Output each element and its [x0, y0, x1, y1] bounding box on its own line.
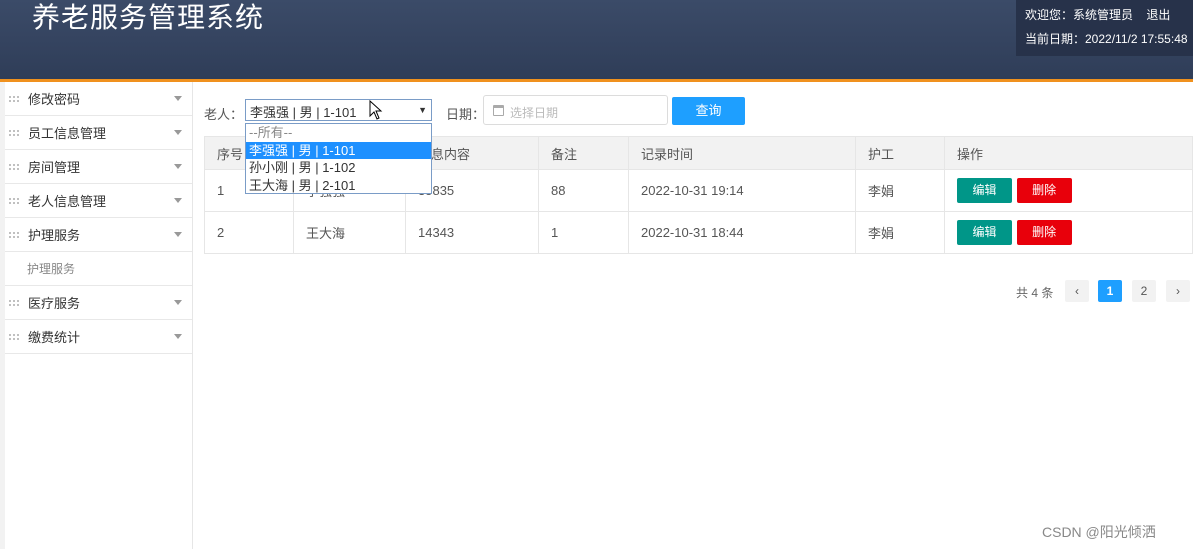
- grip-icon: [8, 230, 20, 239]
- cell-time: 2022-10-31 19:14: [628, 169, 856, 212]
- elder-select[interactable]: 李强强 | 男 | 1-101 ▼: [245, 99, 432, 121]
- welcome-text: 欢迎您：系统管理员: [1025, 8, 1134, 22]
- grip-icon: [8, 128, 20, 137]
- delete-button[interactable]: 删除: [1016, 178, 1072, 203]
- sidebar-item-rooms[interactable]: 房间管理: [5, 150, 192, 184]
- mouse-cursor-icon: [369, 100, 383, 120]
- chevron-down-icon: [174, 130, 182, 135]
- sidebar-item-staff[interactable]: 员工信息管理: [5, 116, 192, 150]
- sidebar-item-label: 医疗服务: [28, 296, 81, 311]
- current-date: 当前日期：2022/11/2 17:55:48: [1025, 32, 1188, 46]
- sidebar-item-payments[interactable]: 缴费统计: [5, 320, 192, 354]
- cell-nurse: 李娟: [855, 211, 945, 254]
- dropdown-option[interactable]: 王大海 | 男 | 2-101: [246, 177, 431, 195]
- cell-actions: 编辑 删除: [944, 211, 1193, 254]
- table-row: 2 王大海 14343 1 2022-10-31 18:44 李娟 编辑 删除: [204, 211, 1193, 254]
- elder-select-dropdown: --所有-- 李强强 | 男 | 1-101 孙小刚 | 男 | 1-102 王…: [245, 123, 432, 194]
- cell-elder: 王大海: [293, 211, 406, 254]
- cell-remark: 1: [538, 211, 629, 254]
- sidebar-item-label: 修改密码: [28, 92, 81, 107]
- grip-icon: [8, 196, 20, 205]
- grip-icon: [8, 94, 20, 103]
- sidebar-item-nursing[interactable]: 护理服务: [5, 218, 192, 252]
- col-header: 操作: [944, 136, 1193, 170]
- cell-actions: 编辑 删除: [944, 169, 1193, 212]
- cell-remark: 88: [538, 169, 629, 212]
- page-2-button[interactable]: 2: [1132, 280, 1156, 302]
- total-count: 共 4 条: [1016, 286, 1054, 300]
- main-content: 老人： 李强强 | 男 | 1-101 ▼ 日期： 选择日期 查询 序号 老人 …: [194, 82, 1193, 549]
- sidebar-subitem-nursing[interactable]: 护理服务: [5, 252, 192, 286]
- page-1-button[interactable]: 1: [1098, 280, 1122, 302]
- next-page-button[interactable]: ›: [1166, 280, 1190, 302]
- col-header: 记录时间: [628, 136, 856, 170]
- date-picker-input[interactable]: 选择日期: [483, 95, 668, 125]
- date-placeholder: 选择日期: [510, 106, 559, 120]
- sidebar: 修改密码 员工信息管理 房间管理 老人信息管理 护理服务 护理服务 医疗服务 缴…: [5, 82, 193, 549]
- dropdown-option[interactable]: 孙小刚 | 男 | 1-102: [246, 159, 431, 177]
- prev-page-button[interactable]: ‹: [1065, 280, 1089, 302]
- dropdown-option[interactable]: --所有--: [246, 124, 431, 142]
- sidebar-item-label: 缴费统计: [28, 330, 81, 345]
- edit-button[interactable]: 编辑: [957, 178, 1012, 203]
- dropdown-option-selected[interactable]: 李强强 | 男 | 1-101: [246, 141, 431, 159]
- sidebar-item-elders[interactable]: 老人信息管理: [5, 184, 192, 218]
- logout-link[interactable]: 退出: [1146, 8, 1170, 22]
- chevron-down-icon: [174, 96, 182, 101]
- sidebar-item-label: 员工信息管理: [28, 126, 107, 141]
- cell-content: 14343: [405, 211, 539, 254]
- edit-button[interactable]: 编辑: [957, 220, 1012, 245]
- elder-select-value: 李强强 | 男 | 1-101: [250, 105, 357, 120]
- cell-no: 2: [204, 211, 294, 254]
- app-title: 养老服务管理系统: [32, 1, 265, 34]
- watermark: CSDN @阳光倾洒: [1042, 524, 1156, 540]
- calendar-icon: [493, 105, 504, 116]
- col-header: 护工: [855, 136, 945, 170]
- chevron-down-icon: [174, 198, 182, 203]
- sidebar-item-label: 护理服务: [28, 228, 81, 243]
- elder-filter-label: 老人：: [204, 107, 244, 122]
- app-header: 养老服务管理系统 欢迎您：系统管理员 退出 当前日期：2022/11/2 17:…: [0, 0, 1193, 82]
- sidebar-item-change-password[interactable]: 修改密码: [5, 82, 192, 116]
- sidebar-item-label: 房间管理: [28, 160, 81, 175]
- cell-time: 2022-10-31 18:44: [628, 211, 856, 254]
- date-filter-label: 日期：: [446, 107, 486, 122]
- col-header: 备注: [538, 136, 629, 170]
- chevron-down-icon: [174, 232, 182, 237]
- chevron-down-icon: ▼: [418, 105, 427, 115]
- chevron-down-icon: [174, 334, 182, 339]
- delete-button[interactable]: 删除: [1016, 220, 1072, 245]
- query-button[interactable]: 查询: [672, 97, 745, 125]
- user-info-panel: 欢迎您：系统管理员 退出 当前日期：2022/11/2 17:55:48: [1016, 0, 1193, 56]
- grip-icon: [8, 162, 20, 171]
- cell-nurse: 李娟: [855, 169, 945, 212]
- grip-icon: [8, 332, 20, 341]
- chevron-down-icon: [174, 300, 182, 305]
- search-bar: 老人： 李强强 | 男 | 1-101 ▼ 日期： 选择日期 查询: [204, 95, 804, 126]
- sidebar-item-label: 老人信息管理: [28, 194, 107, 209]
- sidebar-item-medical[interactable]: 医疗服务: [5, 286, 192, 320]
- pagination: 共 4 条 ‹ 1 2 ›: [1016, 280, 1191, 302]
- chevron-down-icon: [174, 164, 182, 169]
- grip-icon: [8, 298, 20, 307]
